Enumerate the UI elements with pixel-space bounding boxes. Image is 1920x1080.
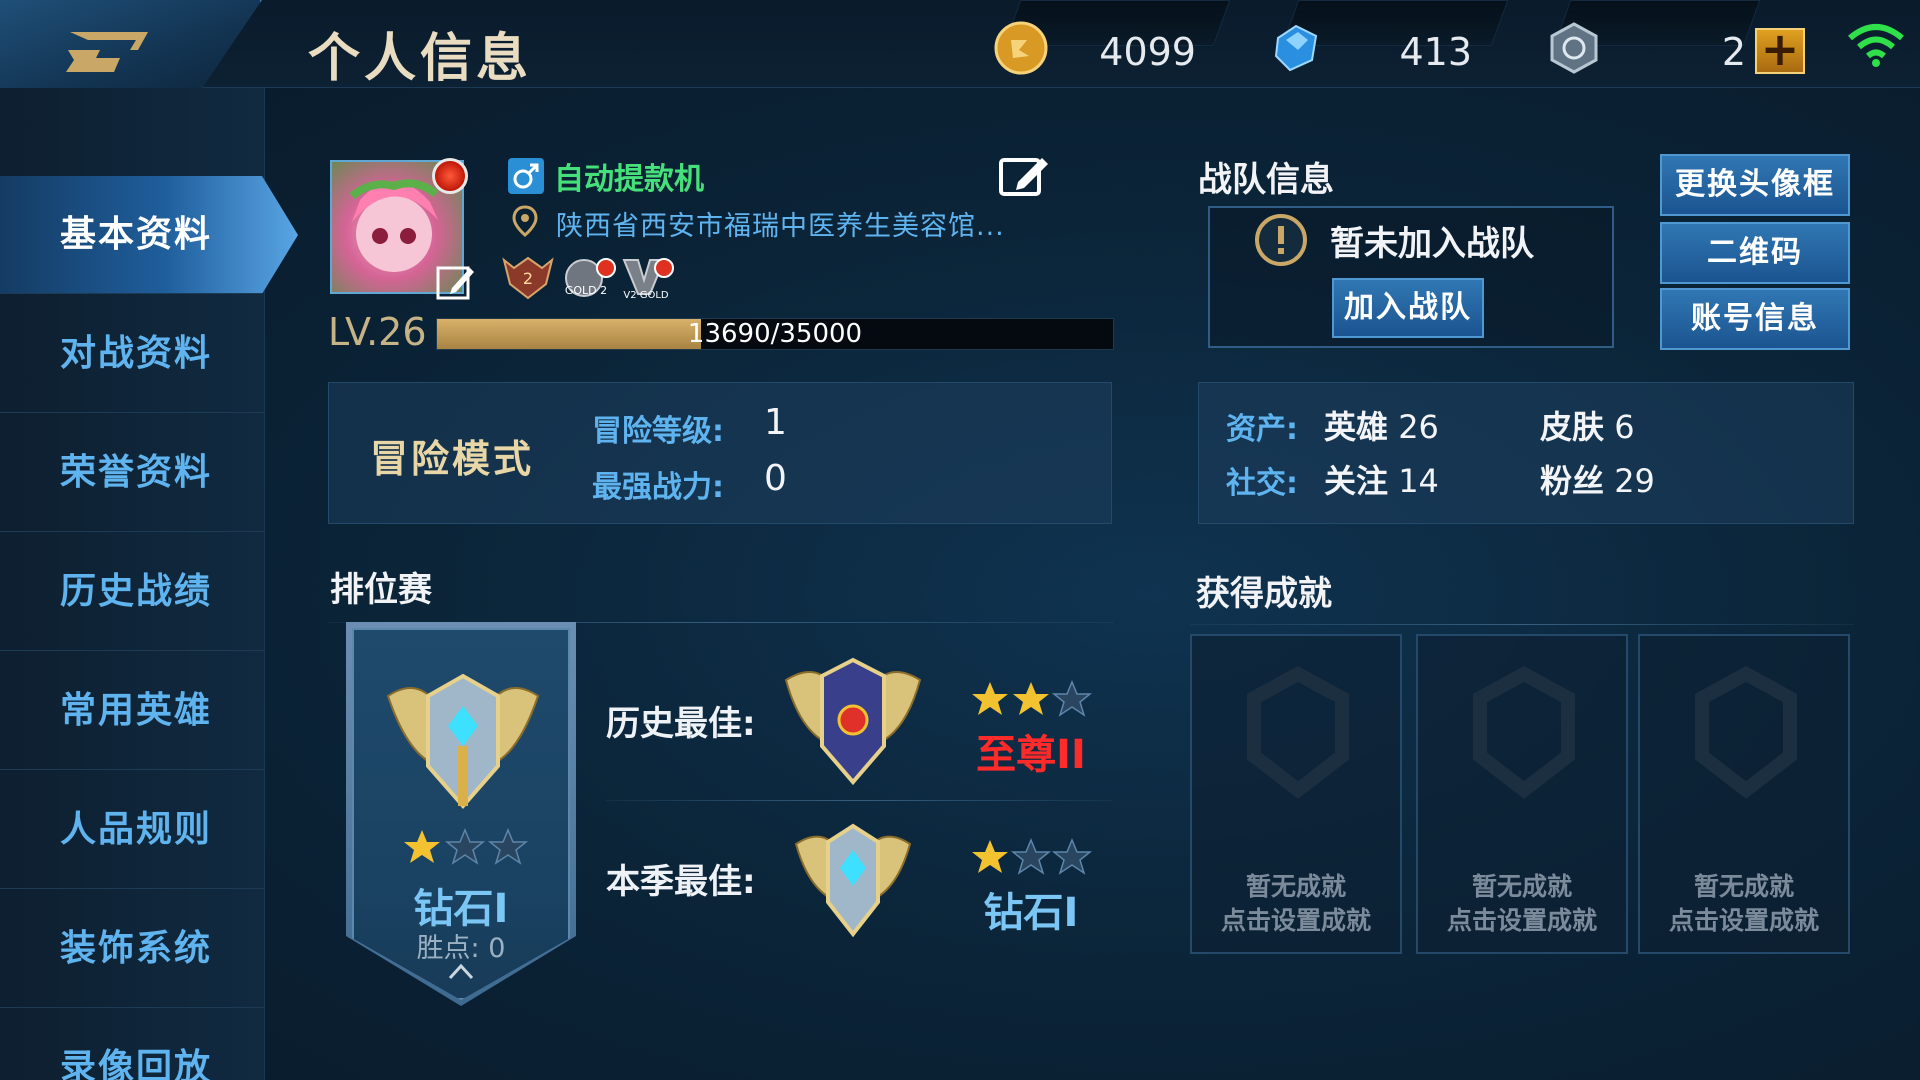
achievement-slot[interactable]: 暂无成就 点击设置成就: [1638, 634, 1850, 954]
rank-badge-icon[interactable]: 2: [500, 254, 556, 300]
skins-count[interactable]: 皮肤 6: [1540, 402, 1635, 448]
sidebar-item-label: 录像回放: [60, 1047, 213, 1080]
gold-amount: 4099: [1099, 30, 1196, 74]
asset-key: 资产:: [1226, 412, 1298, 447]
page-title: 个人信息: [308, 29, 533, 89]
rank-chevron-icon: [448, 963, 474, 980]
current-rank-stars: [404, 828, 529, 865]
sidebar-item-label: 人品规则: [60, 809, 213, 850]
sidebar-item-basic-info[interactable]: 基本资料: [0, 176, 298, 294]
fans-count[interactable]: 粉丝 29: [1540, 456, 1655, 502]
account-info-button[interactable]: 账号信息: [1660, 288, 1850, 350]
location-pin-icon: [512, 205, 538, 237]
edit-profile-icon[interactable]: [998, 152, 1050, 198]
player-location: 陕西省西安市福瑞中医养生美容馆...: [556, 211, 1005, 242]
empty-achievement-icon: [1473, 666, 1575, 799]
empty-achievement-icon: [1247, 666, 1349, 799]
player-name: 自动提款机: [554, 162, 704, 197]
warning-icon: [1255, 214, 1307, 266]
sidebar-item-label: 装饰系统: [60, 928, 213, 969]
diamond-amount: 413: [1399, 30, 1472, 74]
season-best-label: 本季最佳:: [606, 862, 756, 902]
ranked-title: 排位赛: [330, 570, 432, 610]
change-avatar-frame-button[interactable]: 更换头像框: [1660, 154, 1850, 216]
sidebar-item-label: 常用英雄: [60, 690, 213, 731]
xp-progress-text: 13690/35000: [687, 319, 863, 349]
achievement-set-hint: 点击设置成就: [1446, 906, 1597, 935]
qrcode-button[interactable]: 二维码: [1660, 222, 1850, 284]
fans-value: 29: [1614, 462, 1655, 500]
team-info-title: 战队信息: [1198, 160, 1334, 200]
adventure-mode-label: 冒险模式: [370, 437, 535, 481]
best-divider: [606, 800, 1112, 801]
diamond-rank-emblem-icon: [386, 673, 540, 810]
history-best-stars: [972, 680, 1093, 717]
adventure-level-key: 冒险等级:: [592, 414, 724, 449]
achievement-text: 暂无成就 点击设置成就: [1192, 870, 1400, 938]
voucher-amount: 2: [1721, 30, 1746, 74]
sidebar-item-match-history[interactable]: 历史战绩: [0, 533, 265, 651]
diamond-season-emblem-icon: [794, 823, 912, 938]
max-power-key: 最强战力:: [592, 470, 724, 505]
sidebar-item-decoration[interactable]: 装饰系统: [0, 890, 265, 1008]
achievement-empty-label: 暂无成就: [1471, 872, 1572, 901]
achievement-set-hint: 点击设置成就: [1668, 906, 1819, 935]
sidebar-item-honor-data[interactable]: 荣誉资料: [0, 414, 265, 532]
achievement-text: 暂无成就 点击设置成就: [1640, 870, 1848, 938]
adventure-level-value: 1: [764, 402, 787, 443]
gold-coin-icon: [994, 21, 1048, 75]
xp-progress-bar: 13690/35000: [436, 318, 1114, 350]
recharge-plus-button[interactable]: +: [1755, 26, 1805, 74]
follow-value: 14: [1398, 462, 1439, 500]
season-best-rank: 钻石I: [983, 890, 1079, 936]
history-best-rank: 至尊II: [976, 732, 1086, 778]
gold-badge-icon[interactable]: GOLD 2: [562, 254, 618, 300]
vip-badge-icon[interactable]: V2 GOLD: [620, 254, 676, 300]
season-best-stars: [972, 838, 1093, 875]
achievement-slot[interactable]: 暂无成就 点击设置成就: [1190, 634, 1402, 954]
empty-achievement-icon: [1695, 666, 1797, 799]
follow-key: 关注: [1324, 462, 1389, 500]
social-key: 社交:: [1226, 466, 1298, 501]
achievement-empty-label: 暂无成就: [1693, 872, 1794, 901]
achievement-empty-label: 暂无成就: [1245, 872, 1346, 901]
supreme-rank-emblem-icon: [784, 657, 922, 786]
sidebar-item-label: 历史战绩: [60, 571, 213, 612]
sidebar-item-common-heroes[interactable]: 常用英雄: [0, 652, 265, 770]
history-best-label: 历史最佳:: [606, 704, 756, 744]
sidebar-item-credit-rules[interactable]: 人品规则: [0, 771, 265, 889]
male-gender-icon: [508, 158, 544, 194]
heroes-value: 26: [1398, 408, 1439, 446]
badge-text: GOLD 2: [565, 284, 607, 297]
achievements-title: 获得成就: [1196, 574, 1332, 614]
diamond-icon: [1274, 24, 1318, 72]
badge-number: 2: [523, 269, 533, 288]
no-team-status: 暂未加入战队: [1330, 224, 1534, 264]
edit-avatar-icon[interactable]: [436, 262, 476, 302]
back-arrow-icon: [66, 32, 148, 72]
achievement-text: 暂无成就 点击设置成就: [1418, 870, 1626, 938]
player-level: LV.26: [328, 310, 427, 354]
sidebar-item-battle-data[interactable]: 对战资料: [0, 295, 265, 413]
sidebar-item-label: 荣誉资料: [60, 452, 213, 493]
achievement-slot[interactable]: 暂无成就 点击设置成就: [1416, 634, 1628, 954]
fans-key: 粉丝: [1540, 462, 1605, 500]
follow-count[interactable]: 关注 14: [1324, 456, 1439, 502]
heroes-count[interactable]: 英雄 26: [1324, 402, 1439, 448]
badge-text: V2 GOLD: [623, 290, 669, 300]
wifi-icon: [1848, 24, 1904, 67]
achievements-divider: [1190, 624, 1854, 625]
skins-value: 6: [1614, 408, 1635, 446]
join-team-button[interactable]: 加入战队: [1332, 278, 1484, 338]
sidebar-item-label: 对战资料: [60, 333, 213, 374]
voucher-icon: [1550, 22, 1598, 74]
sidebar-item-replay[interactable]: 录像回放: [0, 1009, 265, 1080]
max-power-value: 0: [764, 458, 787, 499]
notification-dot: [432, 158, 468, 194]
achievement-set-hint: 点击设置成就: [1220, 906, 1371, 935]
skins-key: 皮肤: [1540, 408, 1605, 446]
sidebar-item-label: 基本资料: [60, 214, 213, 255]
heroes-key: 英雄: [1324, 408, 1389, 446]
